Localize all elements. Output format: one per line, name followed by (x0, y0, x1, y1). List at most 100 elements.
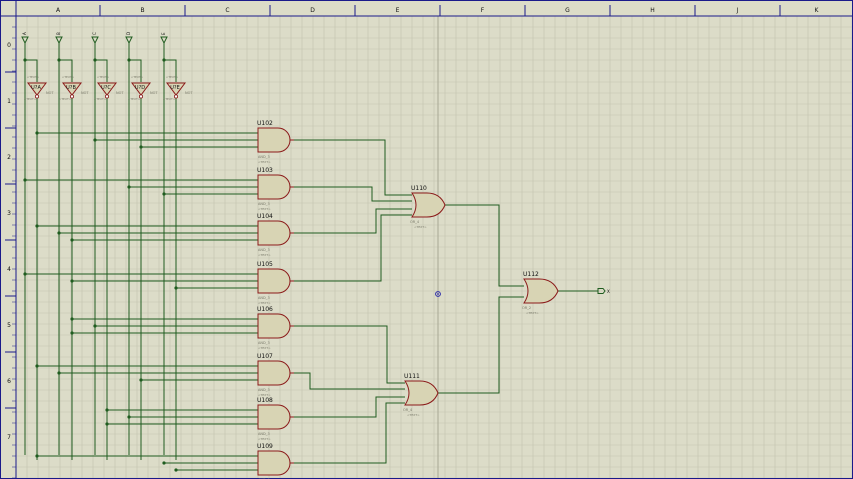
inverter-text-tag: <TEXT> (166, 75, 179, 79)
inverter-ref: U?B (66, 85, 76, 91)
and-gate-body (257, 268, 291, 294)
and-gate-u106[interactable]: U106 AND_3<TEXT> (257, 306, 294, 350)
inverter-text-tag: <TEXT> (27, 75, 40, 79)
or-gate-body (523, 278, 559, 304)
inverter-ref: U?D (135, 85, 145, 91)
or-gate-ref: U112 (523, 271, 539, 278)
and-gate-ref: U106 (257, 306, 273, 313)
and-gate-body (257, 360, 291, 386)
origin-marker-center (437, 293, 439, 295)
row-label: 4 (7, 266, 11, 273)
or-gate-text-tag: <TEXT> (414, 225, 427, 229)
and-gate-u108[interactable]: U108 AND_3<TEXT> (257, 397, 294, 441)
column-label: E (396, 7, 400, 14)
column-label: F (481, 7, 485, 14)
and-gate-ref: U108 (257, 397, 273, 404)
and-to-or-wire (292, 396, 405, 418)
or-gate-u112[interactable]: U112 OR_2<TEXT> (522, 271, 559, 315)
row-label: 6 (7, 378, 11, 385)
and-to-or-wire (292, 372, 405, 390)
input-terminal[interactable]: B (55, 32, 63, 45)
schematic-canvas[interactable]: A B C D E F G H J K 0 1 2 3 4 5 6 7 A B C D E U?A <TEXT> NOT <TEX… (0, 0, 853, 479)
junction-dot (93, 58, 97, 62)
column-label: K (815, 7, 820, 14)
inverter-part: NOT (185, 91, 193, 95)
junction-dot (57, 231, 61, 235)
inverter-ref: U?A (31, 85, 41, 91)
inverter-part: NOT (150, 91, 158, 95)
and-gate-part: AND_3 (258, 202, 270, 206)
input-terminal[interactable]: D (125, 32, 133, 45)
inverter-gate[interactable]: U?B <TEXT> NOT <TEXT> (59, 75, 90, 101)
and-gate-u102[interactable]: U102 AND_3<TEXT> (257, 120, 294, 164)
and-gate-ref: U103 (257, 167, 273, 174)
inverter-ref: U?E (170, 85, 179, 91)
inverter-gate[interactable]: U?D <TEXT> NOT <TEXT> (128, 75, 159, 101)
junction-dot (35, 224, 39, 228)
input-terminal-label: E (161, 32, 166, 35)
junction-dot (57, 371, 61, 375)
inverter-gate[interactable]: U?A <TEXT> NOT <TEXT> (24, 75, 55, 101)
inverter-text-tag: <TEXT> (59, 97, 72, 101)
or-gate-part: OR_4 (410, 220, 420, 224)
and-gate-u104[interactable]: U104 AND_3<TEXT> (257, 213, 294, 257)
junction-dot (57, 58, 61, 62)
inverter-text-tag: <TEXT> (94, 97, 107, 101)
row-label: 1 (7, 98, 11, 105)
and-to-or-wire (292, 186, 412, 202)
and-gate-text-tag: <TEXT> (258, 207, 271, 211)
and-gate-u105[interactable]: U105 AND_3<TEXT> (257, 261, 294, 305)
junction-dot (174, 468, 178, 472)
input-terminal[interactable]: E (160, 32, 168, 45)
inverter-text-tag: <TEXT> (24, 97, 37, 101)
column-label: G (565, 7, 570, 14)
junction-dot (93, 324, 97, 328)
and-gate-body (257, 174, 291, 200)
or-gate-part: OR_4 (403, 408, 413, 412)
inverter-gate[interactable]: U?E <TEXT> NOT <TEXT> (163, 75, 194, 101)
and-gate-part: AND_3 (258, 296, 270, 300)
or-gate-u111[interactable]: U111 OR_4<TEXT> (403, 373, 439, 417)
and-gate-u103[interactable]: U103 AND_3<TEXT> (257, 167, 294, 211)
input-terminal-label: B (56, 32, 61, 35)
inverter-part: NOT (46, 91, 54, 95)
or-gate-body (404, 380, 439, 406)
or-to-or-wire (445, 204, 524, 287)
and-gate-ref: U104 (257, 213, 273, 220)
column-label: J (736, 7, 739, 14)
column-label: B (140, 7, 144, 14)
junction-dot (23, 58, 27, 62)
and-gate-text-tag: <TEXT> (258, 437, 271, 441)
inverter-gate[interactable]: U?C <TEXT> NOT <TEXT> (94, 75, 125, 101)
and-gate-u109[interactable]: U109AND_3<TEXT> (257, 443, 294, 479)
row-label: 3 (7, 210, 11, 217)
and-gate-body (257, 313, 291, 339)
and-gate-part: AND_3 (258, 155, 270, 159)
and-gate-part: AND_3 (258, 432, 270, 436)
junction-dot (105, 408, 109, 412)
junction-dot (162, 58, 166, 62)
or-gate-u110[interactable]: U110 OR_4<TEXT> (410, 185, 446, 229)
and-to-or-wire (292, 208, 412, 234)
input-terminal-label: D (126, 32, 131, 35)
and-gate-text-tag: <TEXT> (258, 301, 271, 305)
column-label: C (225, 7, 229, 14)
row-label: 5 (7, 322, 11, 329)
junction-dot (127, 185, 131, 189)
junction-dot (70, 238, 74, 242)
inverter-text-tag: <TEXT> (62, 75, 75, 79)
junction-dot (174, 286, 178, 290)
junction-dot (93, 138, 97, 142)
and-to-or-wire (292, 325, 405, 384)
inverter-text-tag: <TEXT> (163, 97, 176, 101)
and-gate-part: AND_3 (258, 248, 270, 252)
and-gate-u107[interactable]: U107AND_3<TEXT> (257, 353, 294, 397)
junction-dot (127, 415, 131, 419)
column-label: A (56, 7, 61, 14)
junction-dot (35, 131, 39, 135)
or-gate-ref: U110 (411, 185, 427, 192)
junction-dot (139, 145, 143, 149)
junction-dot (162, 461, 166, 465)
inverter-part: NOT (116, 91, 124, 95)
junction-dot (70, 331, 74, 335)
